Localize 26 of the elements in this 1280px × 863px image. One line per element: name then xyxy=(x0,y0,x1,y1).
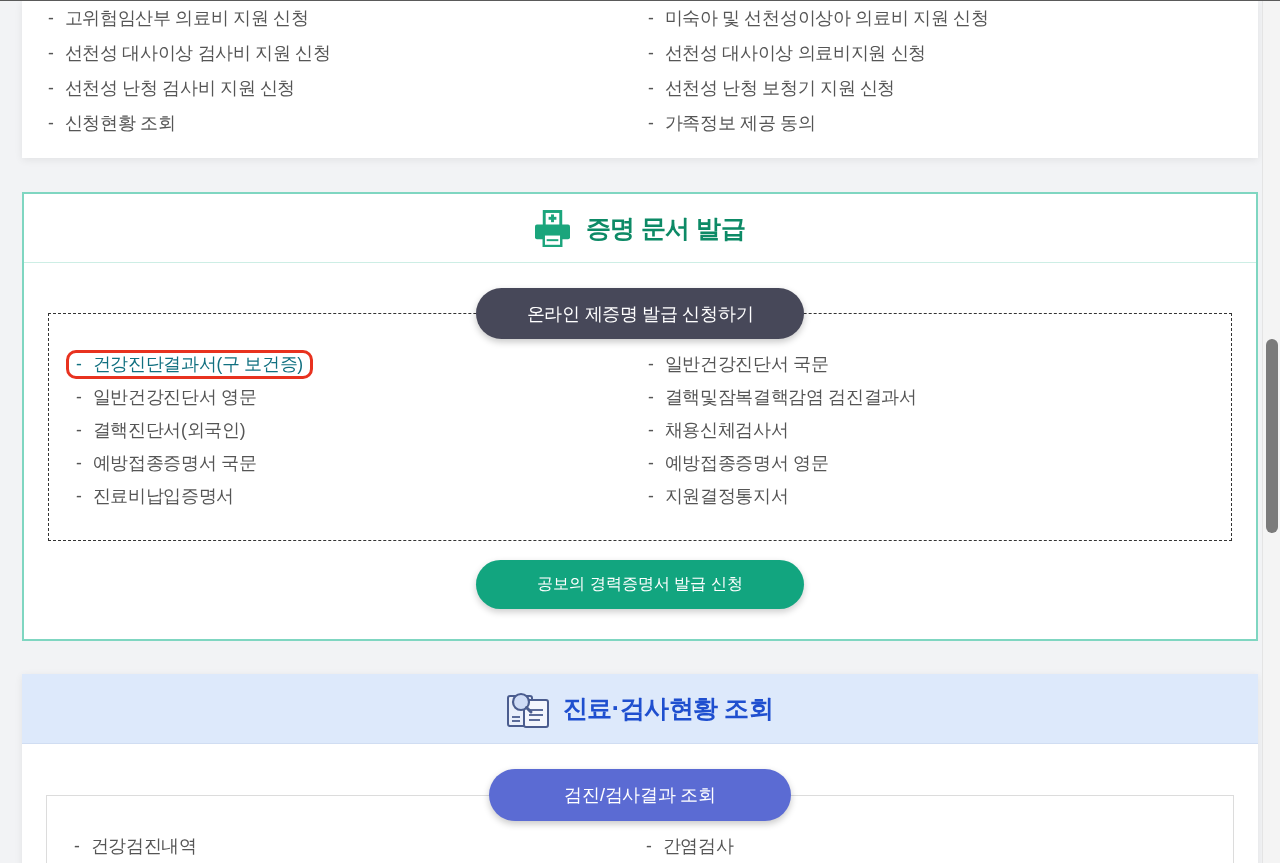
service-link[interactable]: - 지원결정통지서 xyxy=(638,482,799,511)
service-link[interactable]: - 예방접종증명서 국문 xyxy=(66,449,267,478)
category-button[interactable]: 검진/검사결과 조회 xyxy=(489,769,791,821)
service-link[interactable]: - 간염검사 xyxy=(636,832,744,861)
service-link[interactable]: - 선천성 대사이상 검사비 지원 신청 xyxy=(38,39,341,68)
service-link[interactable]: - 선천성 대사이상 의료비지원 신청 xyxy=(638,39,937,68)
printer-icon xyxy=(534,209,570,247)
service-link[interactable]: - 결핵및잠복결핵감염 검진결과서 xyxy=(638,383,927,412)
service-link[interactable]: - 미숙아 및 선천성이상아 의료비 지원 신청 xyxy=(638,4,999,33)
service-link[interactable]: - 건강진단결과서(구 보건증) xyxy=(66,350,313,379)
section-title: 진료·검사현황 조회 xyxy=(562,693,774,724)
service-link[interactable]: - 고위험임산부 의료비 지원 신청 xyxy=(38,4,319,33)
service-link[interactable]: - 선천성 난청 보청기 지원 신청 xyxy=(638,74,906,103)
section-title: 증명 문서 발급 xyxy=(585,212,746,244)
service-link[interactable]: - 일반건강진단서 국문 xyxy=(638,350,839,379)
service-link[interactable]: - 채용신체검사서 xyxy=(638,416,799,445)
category-button[interactable]: 온라인 제증명 발급 신청하기 xyxy=(476,288,804,339)
service-link[interactable]: - 가족정보 제공 동의 xyxy=(638,109,826,138)
service-link[interactable]: - 일반건강진단서 영문 xyxy=(66,383,267,412)
service-link[interactable]: - 진료비납입증명서 xyxy=(66,482,245,511)
scrollbar-thumb[interactable] xyxy=(1265,339,1278,533)
service-link[interactable]: - 신청현황 조회 xyxy=(38,109,186,138)
service-link[interactable]: - 예방접종증명서 영문 xyxy=(638,449,839,478)
service-link[interactable]: - 건강검진내역 xyxy=(64,832,207,861)
service-link[interactable]: - 결핵진단서(외국인) xyxy=(66,416,256,445)
service-link[interactable]: - 선천성 난청 검사비 지원 신청 xyxy=(38,74,306,103)
